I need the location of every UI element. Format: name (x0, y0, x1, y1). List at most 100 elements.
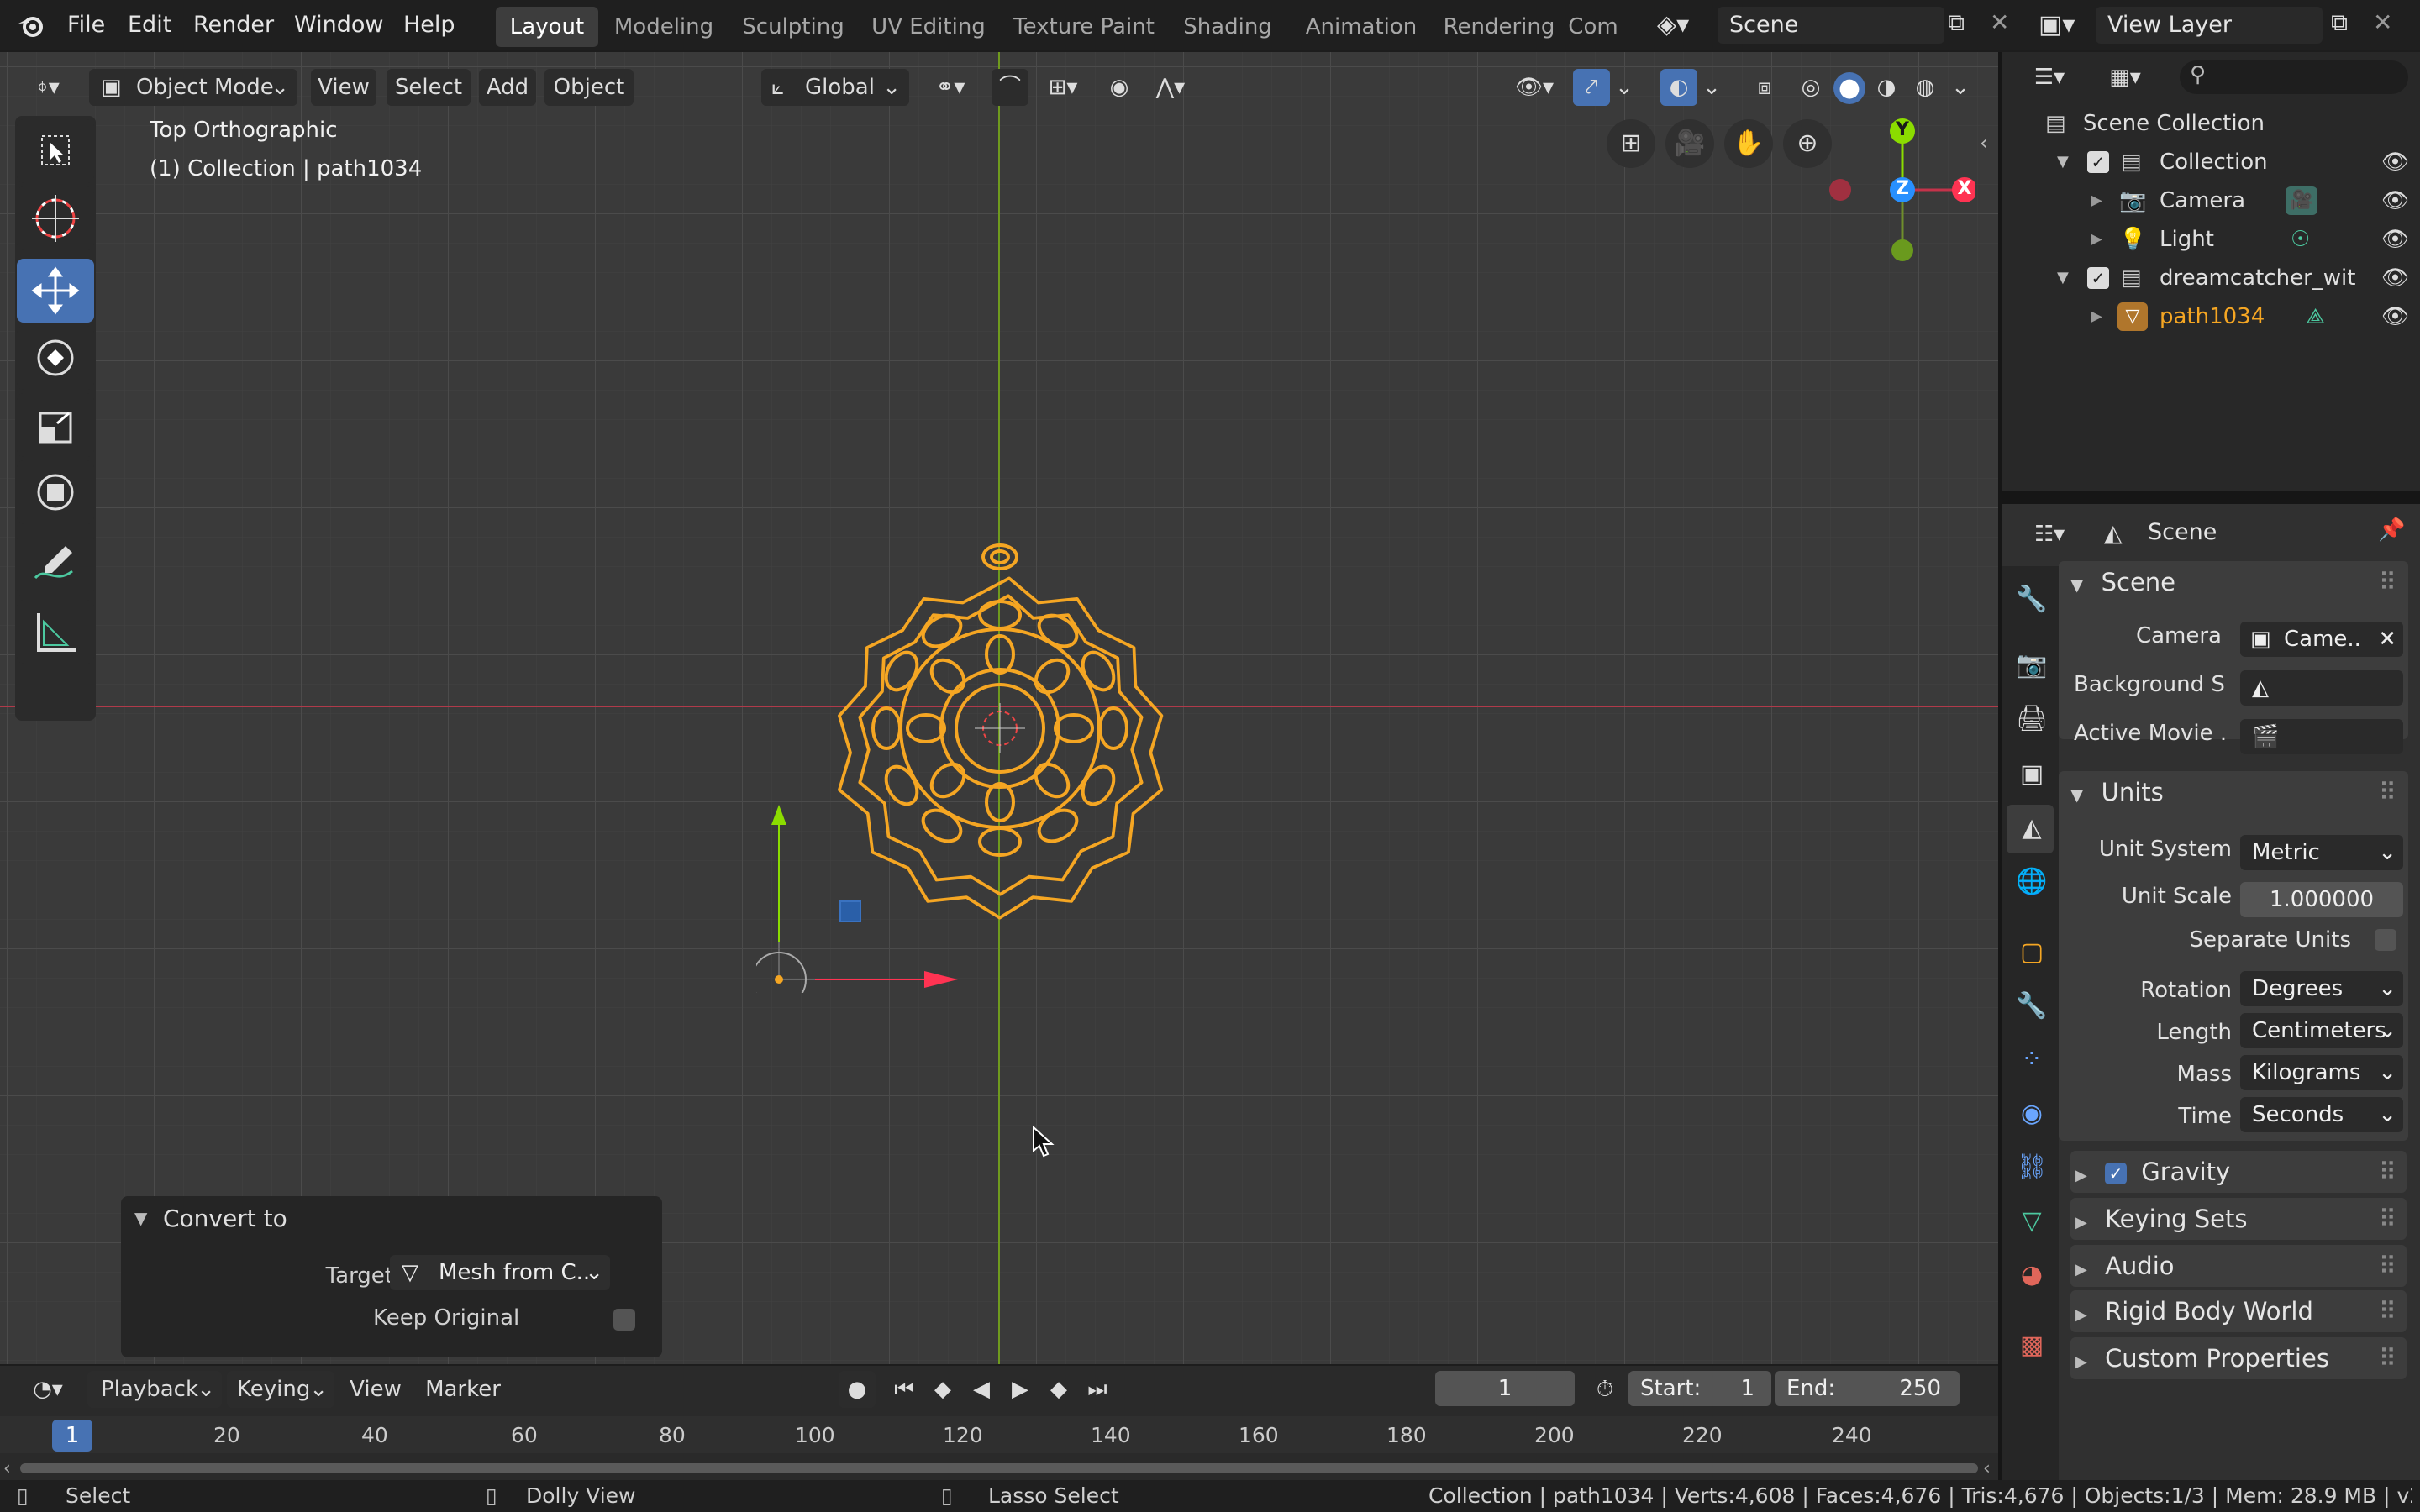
menu-window[interactable]: Window (294, 0, 383, 50)
eye-icon[interactable]: 👁 (2381, 220, 2409, 259)
constraints-tab-icon[interactable]: ⛓ (2015, 1151, 2049, 1184)
timeline-view-menu[interactable]: View (345, 1371, 407, 1408)
pan-view-hand-icon[interactable]: ✋ (1724, 119, 1773, 168)
snap-target-icon[interactable]: ⊞▾ (1034, 69, 1092, 106)
playhead-frame-indicator[interactable]: 1 (52, 1420, 92, 1452)
world-tab-icon[interactable]: 🌐 (2015, 865, 2049, 899)
scene-name-field[interactable]: Scene (1718, 7, 1944, 44)
timeline-editor[interactable]: ◔▾ Playback ⌄ Keying ⌄ View Marker ● ⏮ ◆… (0, 1366, 1998, 1480)
3d-viewport[interactable]: ⌖▾ ▣ Object Mode ⌄ View Select Add Objec… (0, 52, 1998, 1364)
outliner-row-dreamcatcher[interactable]: ▼ ✓ ▤ dreamcatcher_with_ 👁 (2002, 259, 2420, 297)
tab-texture-paint[interactable]: Texture Paint (1008, 7, 1160, 47)
gravity-checkbox[interactable]: ✓ (2105, 1163, 2128, 1184)
outliner[interactable]: ☰▾ ▦▾ ⚲ ▤ Scene Collection ▼ ✓ ▤ Collect… (2002, 52, 2420, 491)
menu-add[interactable]: Add (479, 69, 536, 106)
expand-triangle-icon[interactable]: ▶ (2091, 181, 2102, 220)
separate-units-checkbox[interactable] (2375, 929, 2396, 951)
length-dropdown[interactable]: Centimeters ⌄ (2240, 1013, 2403, 1048)
scroll-left-icon[interactable]: ‹ (3, 1458, 11, 1479)
gravity-panel-header[interactable]: ▶ ✓ Gravity ⠿ (2070, 1151, 2407, 1193)
jump-to-keyframe-back-icon[interactable]: ◆ (924, 1371, 961, 1408)
area-divider[interactable] (2002, 491, 2420, 504)
timeline-scrollbar[interactable] (20, 1463, 1978, 1473)
falloff-icon[interactable]: ⋀▾ (1141, 69, 1200, 106)
camera-field[interactable]: ▣ Came.. ✕ (2240, 622, 2403, 657)
editor-type-timeline-icon[interactable]: ◔▾ (18, 1371, 77, 1408)
outliner-row-collection[interactable]: ▼ ✓ ▤ Collection 👁 (2002, 143, 2420, 181)
audio-panel-header[interactable]: ▶ Audio ⠿ (2070, 1245, 2407, 1287)
overlays-toggle-icon[interactable]: ◐ (1660, 69, 1697, 106)
view-layer-icon[interactable]: ▣▾ (2039, 7, 2092, 44)
outliner-row-scene-collection[interactable]: ▤ Scene Collection (2045, 104, 2265, 143)
drag-handle-icon[interactable]: ⠿ (2379, 1337, 2396, 1379)
tab-shading[interactable]: Shading (1173, 7, 1282, 47)
drag-handle-icon[interactable]: ⠿ (2379, 1290, 2396, 1332)
tab-modeling[interactable]: Modeling (603, 7, 724, 47)
target-dropdown[interactable]: ▽ Mesh from C.. ⌄ (390, 1255, 610, 1290)
eye-icon[interactable]: 👁 (2381, 259, 2409, 297)
move-tool[interactable] (17, 259, 94, 323)
select-box-tool[interactable] (17, 119, 94, 183)
cursor-tool[interactable] (17, 186, 94, 250)
convert-to-panel[interactable]: ▼ Convert to Target ▽ Mesh from C.. ⌄ Ke… (121, 1196, 662, 1357)
exclude-checkbox-icon[interactable]: ✓ (2087, 151, 2109, 173)
sidebar-toggle-chevron-icon[interactable]: ‹ (1980, 131, 1988, 155)
mode-dropdown[interactable]: ▣ Object Mode ⌄ (89, 69, 297, 106)
view-layer-tab-icon[interactable]: ▣ (2015, 758, 2049, 791)
scene-selector-icon[interactable]: ◈▾ (1657, 7, 1711, 44)
data-tab-icon[interactable]: ▽ (2015, 1205, 2049, 1238)
tab-animation[interactable]: Animation (1294, 7, 1428, 47)
menu-render[interactable]: Render (193, 0, 274, 50)
drag-handle-icon[interactable]: ⠿ (2379, 1198, 2396, 1240)
tab-rendering[interactable]: Rendering (1440, 7, 1558, 47)
outliner-search-input[interactable]: ⚲ (2180, 60, 2408, 94)
new-scene-icon[interactable]: ⧉ (1948, 8, 1978, 42)
orientation-dropdown[interactable]: ⟀ Global ⌄ (761, 69, 909, 106)
gizmo-dropdown-icon[interactable]: ⌄ (1610, 69, 1639, 106)
menu-select[interactable]: Select (387, 69, 471, 106)
eye-icon[interactable]: 👁 (2381, 143, 2409, 181)
current-frame-field[interactable]: 1 (1435, 1371, 1575, 1406)
unit-system-dropdown[interactable]: Metric ⌄ (2240, 835, 2403, 870)
scale-tool[interactable] (17, 393, 94, 457)
keying-sets-panel-header[interactable]: ▶ Keying Sets ⠿ (2070, 1198, 2407, 1240)
scene-tab-icon[interactable]: ◭ (2015, 811, 2049, 845)
drag-handle-icon[interactable]: ⠿ (2379, 1245, 2396, 1287)
editor-type-icon[interactable]: ⌖▾ (18, 69, 77, 106)
end-frame-field[interactable]: End: 250 (1775, 1371, 1960, 1406)
pin-icon[interactable]: 📌 (2378, 517, 2405, 543)
blender-logo-icon[interactable] (17, 12, 44, 39)
jump-to-keyframe-forward-icon[interactable]: ◆ (1040, 1371, 1077, 1408)
drag-handle-icon[interactable]: ⠿ (2379, 771, 2396, 813)
particles-tab-icon[interactable]: ⁘ (2015, 1043, 2049, 1077)
object-tab-icon[interactable]: ▢ (2015, 936, 2049, 969)
output-tab-icon[interactable]: 🖨 (2015, 702, 2049, 736)
tab-layout[interactable]: Layout (496, 7, 598, 47)
timeline-marker-menu[interactable]: Marker (417, 1371, 509, 1408)
material-tab-icon[interactable]: ◕ (2015, 1258, 2049, 1292)
tab-uv-editing[interactable]: UV Editing (865, 7, 992, 47)
mesh-data-icon[interactable]: ⟁ (2306, 297, 2325, 336)
camera-data-icon[interactable]: 🎥 (2286, 186, 2317, 215)
new-view-layer-icon[interactable]: ⧉ (2331, 8, 2361, 42)
path1034-object[interactable] (823, 522, 1176, 934)
scroll-right-icon[interactable]: ‹ (1983, 1458, 1991, 1479)
collapse-triangle-icon[interactable]: ▼ (134, 1208, 147, 1228)
units-panel-header[interactable]: ▼ Units ⠿ (2070, 771, 2407, 813)
jump-to-end-icon[interactable]: ⏭ (1079, 1371, 1116, 1408)
expand-triangle-icon[interactable]: ▼ (2057, 143, 2069, 181)
jump-to-start-icon[interactable]: ⏮ (886, 1371, 923, 1408)
mass-dropdown[interactable]: Kilograms ⌄ (2240, 1055, 2403, 1090)
expand-triangle-icon[interactable]: ▼ (2057, 259, 2069, 297)
clear-icon[interactable]: ✕ (2378, 622, 2396, 657)
display-mode-icon[interactable]: ▦▾ (2096, 59, 2154, 96)
rendered-shading-icon[interactable]: ◍ (1907, 69, 1943, 106)
use-preview-range-icon[interactable]: ⏱ (1586, 1371, 1623, 1408)
scene-panel-header[interactable]: ▼ Scene ⠿ (2070, 561, 2407, 603)
menu-file[interactable]: File (67, 0, 105, 50)
play-icon[interactable]: ▶ (1002, 1371, 1039, 1408)
proportional-edit-icon[interactable]: ◉ (1101, 69, 1138, 106)
overlays-dropdown-icon[interactable]: ⌄ (1697, 69, 1726, 106)
outliner-row-camera[interactable]: ▶ 📷 Camera 🎥 👁 (2002, 181, 2420, 220)
eye-icon[interactable]: 👁 (2381, 297, 2409, 336)
